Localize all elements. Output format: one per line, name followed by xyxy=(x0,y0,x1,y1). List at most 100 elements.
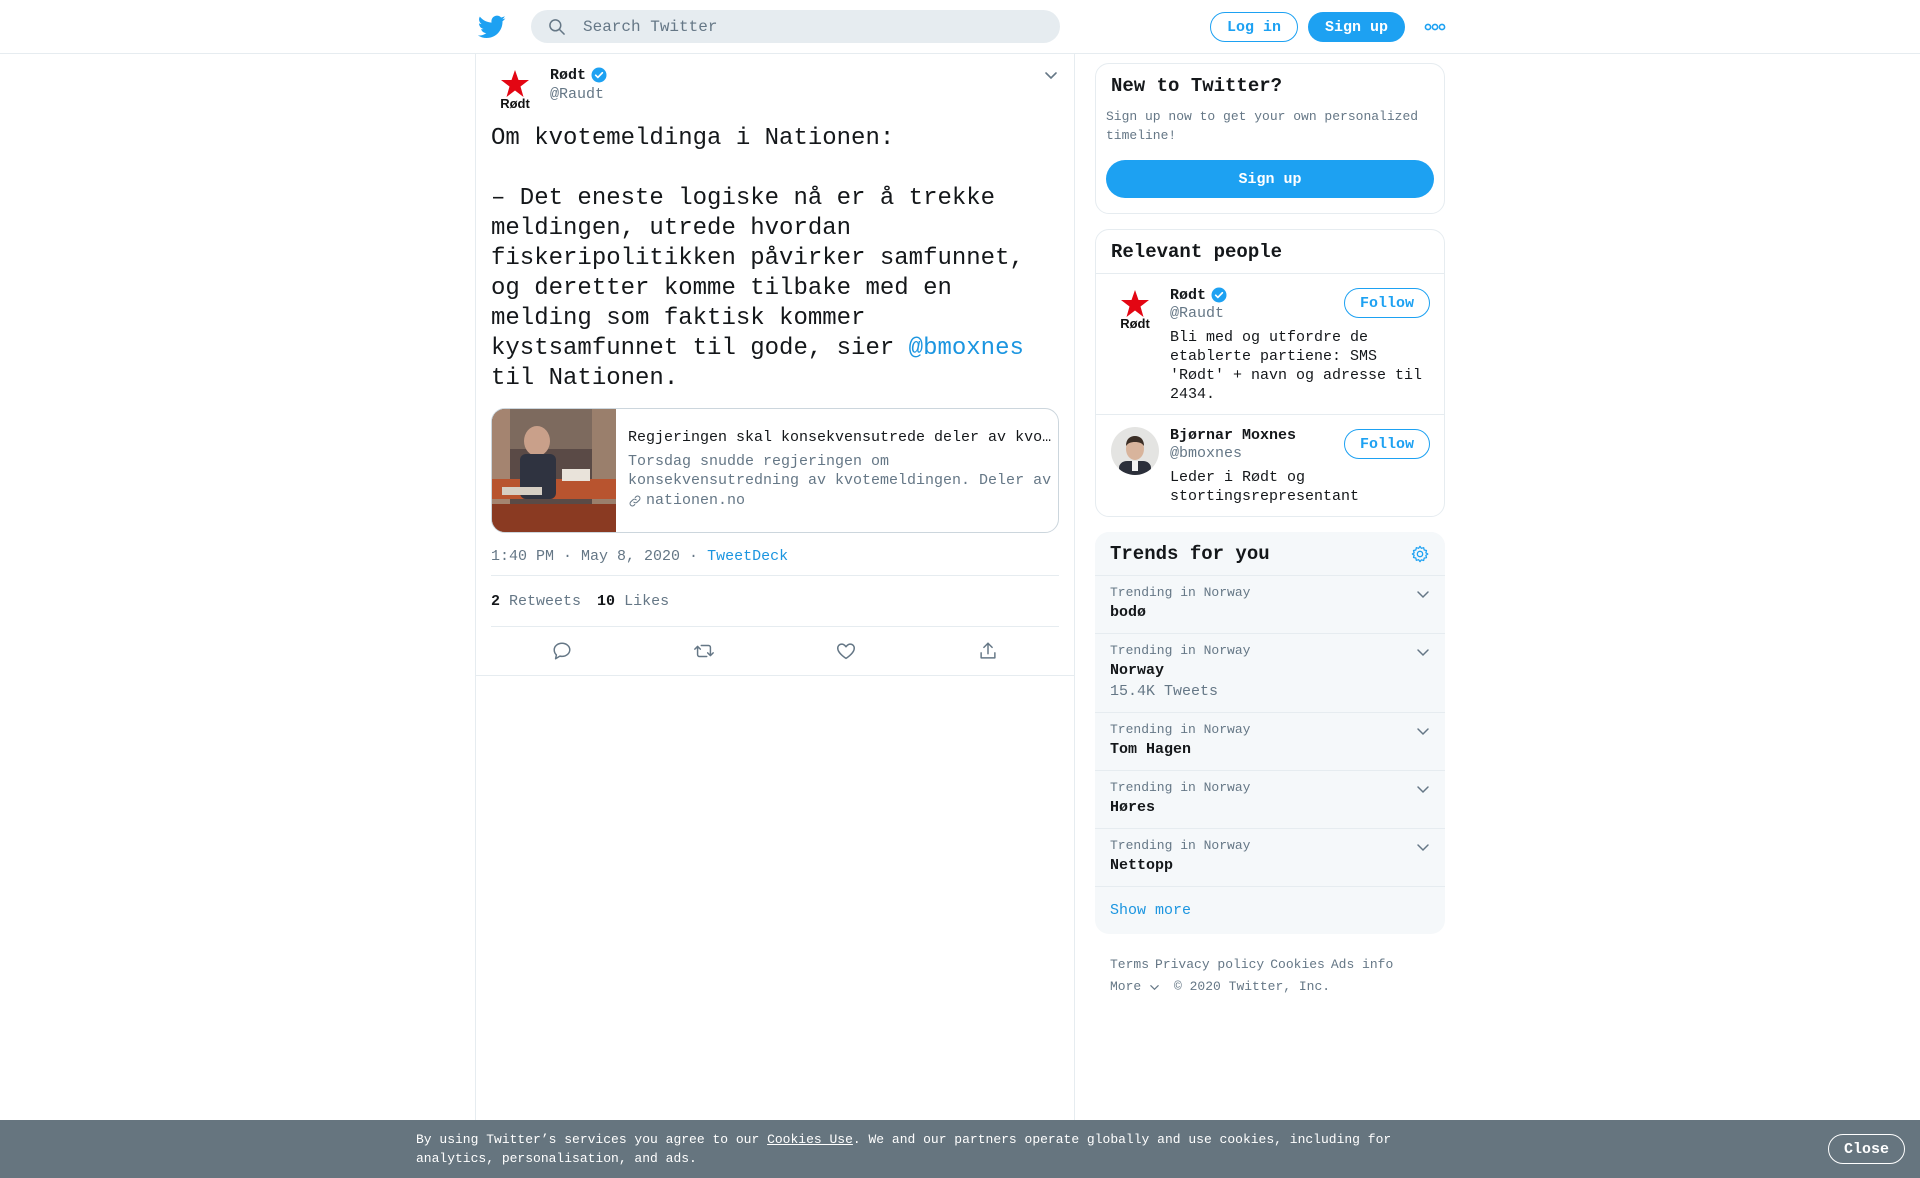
share-icon[interactable] xyxy=(977,640,999,662)
chevron-down-icon[interactable] xyxy=(1415,723,1431,739)
tweet-timestamp[interactable]: 1:40 PM · May 8, 2020 xyxy=(491,548,680,565)
author-name-text[interactable]: Rødt xyxy=(550,67,586,84)
likes-label: Likes xyxy=(624,593,670,610)
link-icon xyxy=(629,495,641,506)
chevron-down-icon xyxy=(1150,984,1159,990)
likes-stat[interactable]: 10 Likes xyxy=(597,593,669,610)
search-bar xyxy=(531,10,1060,43)
cookie-text: By using Twitter’s services you agree to… xyxy=(416,1130,1416,1168)
new-to-twitter-subtitle: Sign up now to get your own personalized… xyxy=(1106,109,1419,143)
show-more-trends-link[interactable]: Show more xyxy=(1095,886,1445,934)
retweets-count: 2 xyxy=(491,593,501,610)
person-bmoxnes[interactable]: Bjørnar Moxnes @bmoxnes Leder i Rødt og … xyxy=(1096,414,1444,516)
tweet-text: Om kvotemeldinga i Nationen: – Det enest… xyxy=(476,124,1074,394)
trends-header: Trends for you xyxy=(1095,532,1445,575)
card-domain-text: nationen.no xyxy=(646,492,746,509)
footer-more-menu[interactable]: More xyxy=(1110,976,1160,998)
trend-context: Trending in Norway xyxy=(1110,722,1251,737)
rodt-star-logo: Rødt xyxy=(1111,286,1159,334)
person-rodt[interactable]: Rødt Rødt @Raudt Bli med og utfordre de … xyxy=(1096,273,1444,414)
retweet-icon[interactable] xyxy=(693,640,715,662)
tweet-actions xyxy=(491,627,1059,675)
retweets-stat[interactable]: 2 Retweets xyxy=(491,593,581,610)
person-avatar[interactable]: Rødt xyxy=(1111,286,1159,334)
trend-name[interactable]: bodø xyxy=(1110,604,1430,621)
twitter-logo-icon[interactable] xyxy=(478,13,506,41)
log-in-button[interactable]: Log in xyxy=(1210,12,1298,42)
tweet-header: Rødt Rødt @Raudt xyxy=(476,54,1074,114)
trend-item[interactable]: Trending in Norway Norway 15.4K Tweets xyxy=(1095,633,1445,712)
cookie-text-start: By using Twitter’s services you agree to… xyxy=(416,1132,768,1147)
card-title: Regjeringen skal konsekvensutrede deler … xyxy=(628,429,1058,446)
person-name-text[interactable]: Bjørnar Moxnes xyxy=(1170,427,1296,444)
trend-context: Trending in Norway xyxy=(1110,643,1251,658)
trend-item[interactable]: Trending in Norway bodø xyxy=(1095,575,1445,633)
search-input[interactable] xyxy=(583,17,1023,36)
rodt-avatar[interactable]: Rødt xyxy=(491,66,539,114)
chevron-down-icon[interactable] xyxy=(1415,781,1431,797)
trend-context: Trending in Norway xyxy=(1110,780,1251,795)
reply-icon[interactable] xyxy=(551,640,573,662)
author-handle[interactable]: @Raudt xyxy=(550,86,608,103)
meta-separator: · xyxy=(689,548,699,565)
trend-context: Trending in Norway xyxy=(1110,838,1251,853)
trend-name[interactable]: Norway xyxy=(1110,662,1430,679)
card-domain: nationen.no xyxy=(628,492,1046,509)
cookie-consent-banner: By using Twitter’s services you agree to… xyxy=(0,1120,1920,1178)
author-name-block: Rødt @Raudt xyxy=(550,66,608,103)
svg-text:Rødt: Rødt xyxy=(1120,316,1150,331)
trend-name[interactable]: Tom Hagen xyxy=(1110,741,1430,758)
chevron-down-icon[interactable] xyxy=(1415,839,1431,855)
verified-badge-icon xyxy=(1211,287,1227,303)
person-photo xyxy=(1111,427,1159,475)
tweet-text-main: Om kvotemeldinga i Nationen: – Det enest… xyxy=(491,125,1024,362)
trend-context: Trending in Norway xyxy=(1110,585,1251,600)
more-options-icon[interactable] xyxy=(1424,18,1446,36)
settings-gear-icon[interactable] xyxy=(1410,544,1430,564)
likes-count: 10 xyxy=(597,593,616,610)
card-thumbnail-image xyxy=(492,409,616,532)
footer-link-privacy[interactable]: Privacy policy xyxy=(1155,957,1264,972)
top-navigation-bar: Log in Sign up xyxy=(0,0,1920,54)
trend-item[interactable]: Trending in Norway Høres xyxy=(1095,770,1445,828)
follow-button[interactable]: Follow xyxy=(1344,429,1430,459)
footer-second-row: More © 2020 Twitter, Inc. xyxy=(1110,976,1430,998)
trend-item[interactable]: Trending in Norway Nettopp xyxy=(1095,828,1445,886)
trends-module: Trends for you Trending in Norway bodø T… xyxy=(1095,532,1445,934)
close-cookie-banner-button[interactable]: Close xyxy=(1828,1134,1905,1164)
footer-link-terms[interactable]: Terms xyxy=(1110,957,1149,972)
person-bio: Leder i Rødt og stortingsrepresentant xyxy=(1170,469,1360,505)
person-avatar[interactable] xyxy=(1111,427,1159,475)
tweet-source-link[interactable]: TweetDeck xyxy=(707,548,788,565)
trend-name[interactable]: Nettopp xyxy=(1110,857,1430,874)
chevron-down-icon[interactable] xyxy=(1415,644,1431,660)
link-preview-card[interactable]: Regjeringen skal konsekvensutrede deler … xyxy=(491,408,1059,533)
trend-tweet-count: 15.4K Tweets xyxy=(1110,683,1219,700)
relevant-people-title: Relevant people xyxy=(1111,241,1283,263)
chevron-down-icon[interactable] xyxy=(1415,586,1431,602)
card-body: Regjeringen skal konsekvensutrede deler … xyxy=(616,409,1058,532)
sign-up-button[interactable]: Sign up xyxy=(1308,12,1405,42)
copyright-text: © 2020 Twitter, Inc. xyxy=(1174,979,1331,994)
tweet-stats: 2 Retweets 10 Likes xyxy=(491,576,1059,627)
trend-name[interactable]: Høres xyxy=(1110,799,1430,816)
mention-link[interactable]: @bmoxnes xyxy=(909,335,1024,362)
rodt-star-logo: Rødt xyxy=(500,70,530,111)
search-icon xyxy=(549,18,565,35)
person-name-text[interactable]: Rødt xyxy=(1170,287,1206,304)
sidebar-sign-up-button[interactable]: Sign up xyxy=(1106,160,1434,198)
card-description: Torsdag snudde regjeringen om konsekvens… xyxy=(628,453,1052,489)
chevron-down-icon[interactable] xyxy=(1042,66,1060,84)
author-display-name[interactable]: Rødt xyxy=(550,66,608,84)
footer-more-label[interactable]: More xyxy=(1110,976,1141,998)
tweet-metadata: 1:40 PM · May 8, 2020 · TweetDeck xyxy=(491,548,1059,576)
person-bio: Bli med og utfordre de etablerte partien… xyxy=(1170,329,1423,403)
trend-item[interactable]: Trending in Norway Tom Hagen xyxy=(1095,712,1445,770)
svg-text:Rødt: Rødt xyxy=(500,96,530,111)
cookies-use-link[interactable]: Cookies Use xyxy=(767,1132,853,1147)
footer-link-cookies[interactable]: Cookies xyxy=(1270,957,1325,972)
like-heart-icon[interactable] xyxy=(835,640,857,662)
sidebar-footer: Terms Privacy policy Cookies Ads info More … xyxy=(1095,934,1445,998)
footer-link-ads-info[interactable]: Ads info xyxy=(1331,957,1393,972)
follow-button[interactable]: Follow xyxy=(1344,288,1430,318)
